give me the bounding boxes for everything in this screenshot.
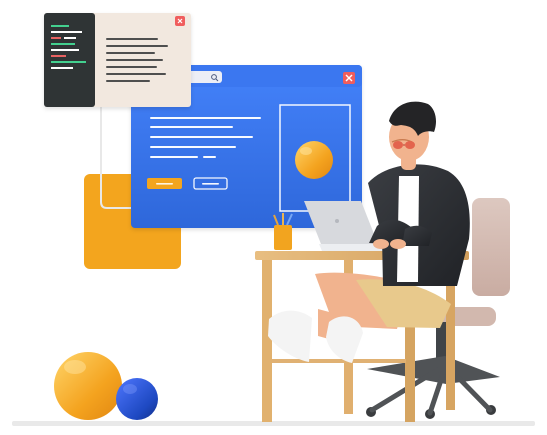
blue-ball-icon — [116, 378, 158, 420]
code-sidebar — [44, 13, 95, 107]
orange-ball-icon — [54, 352, 122, 420]
floor-line — [12, 421, 535, 426]
code-window — [44, 13, 191, 107]
illustration-stage — [0, 0, 547, 435]
close-button[interactable] — [343, 72, 355, 84]
close-button-small[interactable] — [175, 16, 185, 26]
developer-illustration — [12, 13, 535, 426]
orange-sphere-icon — [295, 141, 333, 179]
